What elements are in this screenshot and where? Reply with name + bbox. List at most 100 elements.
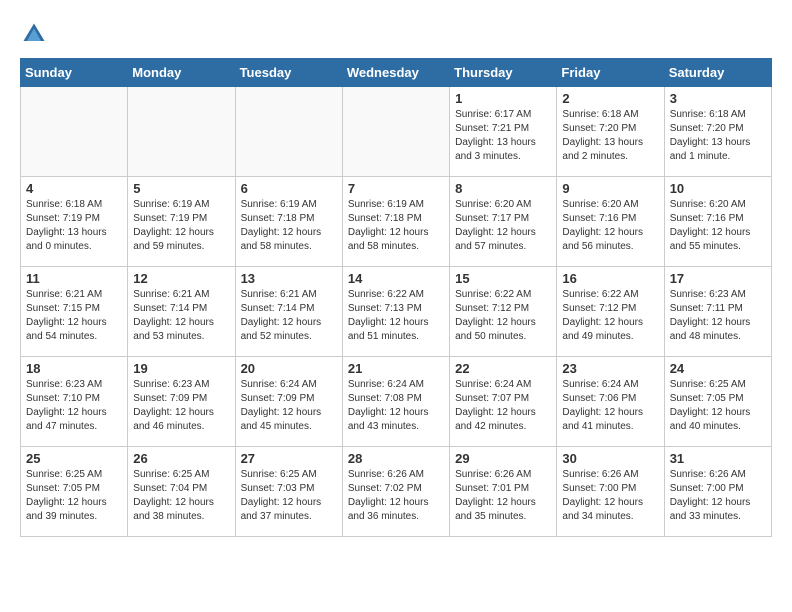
day-number: 20 [241,361,337,376]
calendar-cell [235,87,342,177]
week-row-4: 18 Sunrise: 6:23 AM Sunset: 7:10 PM Dayli… [21,357,772,447]
calendar-cell: 14 Sunrise: 6:22 AM Sunset: 7:13 PM Dayli… [342,267,449,357]
calendar-cell: 22 Sunrise: 6:24 AM Sunset: 7:07 PM Dayli… [450,357,557,447]
day-number: 31 [670,451,766,466]
day-info: Sunrise: 6:20 AM Sunset: 7:16 PM Dayligh… [562,198,658,254]
day-number: 25 [26,451,122,466]
day-info: Sunrise: 6:19 AM Sunset: 7:18 PM Dayligh… [241,198,337,254]
calendar-cell: 23 Sunrise: 6:24 AM Sunset: 7:06 PM Dayli… [557,357,664,447]
calendar-cell: 24 Sunrise: 6:25 AM Sunset: 7:05 PM Dayli… [664,357,771,447]
day-info: Sunrise: 6:26 AM Sunset: 7:00 PM Dayligh… [562,468,658,524]
day-number: 17 [670,271,766,286]
calendar-cell [21,87,128,177]
calendar-cell: 9 Sunrise: 6:20 AM Sunset: 7:16 PM Daylig… [557,177,664,267]
day-number: 9 [562,181,658,196]
calendar-cell: 3 Sunrise: 6:18 AM Sunset: 7:20 PM Daylig… [664,87,771,177]
day-number: 18 [26,361,122,376]
day-info: Sunrise: 6:23 AM Sunset: 7:11 PM Dayligh… [670,288,766,344]
day-info: Sunrise: 6:20 AM Sunset: 7:16 PM Dayligh… [670,198,766,254]
day-number: 29 [455,451,551,466]
logo [20,20,52,48]
day-number: 23 [562,361,658,376]
weekday-header-row: SundayMondayTuesdayWednesdayThursdayFrid… [21,59,772,87]
day-info: Sunrise: 6:24 AM Sunset: 7:06 PM Dayligh… [562,378,658,434]
day-info: Sunrise: 6:19 AM Sunset: 7:19 PM Dayligh… [133,198,229,254]
day-number: 15 [455,271,551,286]
calendar-cell: 28Sunrise: 6:26 AM Sunset: 7:02 PM Dayli… [342,447,449,537]
calendar-cell: 30 Sunrise: 6:26 AM Sunset: 7:00 PM Dayli… [557,447,664,537]
day-info: Sunrise: 6:23 AM Sunset: 7:09 PM Dayligh… [133,378,229,434]
calendar-cell: 26 Sunrise: 6:25 AM Sunset: 7:04 PM Dayli… [128,447,235,537]
calendar-cell: 19 Sunrise: 6:23 AM Sunset: 7:09 PM Dayli… [128,357,235,447]
day-number: 13 [241,271,337,286]
calendar-cell: 21 Sunrise: 6:24 AM Sunset: 7:08 PM Dayli… [342,357,449,447]
calendar-cell: 5 Sunrise: 6:19 AM Sunset: 7:19 PM Daylig… [128,177,235,267]
calendar-cell: 8 Sunrise: 6:20 AM Sunset: 7:17 PM Daylig… [450,177,557,267]
day-number: 19 [133,361,229,376]
calendar-cell: 27 Sunrise: 6:25 AM Sunset: 7:03 PM Dayli… [235,447,342,537]
calendar-cell: 13 Sunrise: 6:21 AM Sunset: 7:14 PM Dayli… [235,267,342,357]
day-info: Sunrise: 6:18 AM Sunset: 7:19 PM Dayligh… [26,198,122,254]
calendar-cell: 31 Sunrise: 6:26 AM Sunset: 7:00 PM Dayli… [664,447,771,537]
day-number: 28 [348,451,444,466]
day-info: Sunrise: 6:17 AM Sunset: 7:21 PM Dayligh… [455,108,551,164]
day-info: Sunrise: 6:26 AM Sunset: 7:01 PM Dayligh… [455,468,551,524]
calendar-cell: 12 Sunrise: 6:21 AM Sunset: 7:14 PM Dayli… [128,267,235,357]
calendar-cell: 4Sunrise: 6:18 AM Sunset: 7:19 PM Daylig… [21,177,128,267]
calendar-cell: 17 Sunrise: 6:23 AM Sunset: 7:11 PM Dayli… [664,267,771,357]
day-info: Sunrise: 6:26 AM Sunset: 7:00 PM Dayligh… [670,468,766,524]
day-number: 24 [670,361,766,376]
day-info: Sunrise: 6:25 AM Sunset: 7:04 PM Dayligh… [133,468,229,524]
day-number: 16 [562,271,658,286]
day-info: Sunrise: 6:18 AM Sunset: 7:20 PM Dayligh… [670,108,766,164]
week-row-5: 25 Sunrise: 6:25 AM Sunset: 7:05 PM Dayli… [21,447,772,537]
calendar-cell: 1 Sunrise: 6:17 AM Sunset: 7:21 PM Daylig… [450,87,557,177]
day-info: Sunrise: 6:22 AM Sunset: 7:13 PM Dayligh… [348,288,444,344]
weekday-header-wednesday: Wednesday [342,59,449,87]
weekday-header-tuesday: Tuesday [235,59,342,87]
day-info: Sunrise: 6:19 AM Sunset: 7:18 PM Dayligh… [348,198,444,254]
day-number: 5 [133,181,229,196]
calendar-cell: 6 Sunrise: 6:19 AM Sunset: 7:18 PM Daylig… [235,177,342,267]
week-row-2: 4Sunrise: 6:18 AM Sunset: 7:19 PM Daylig… [21,177,772,267]
day-number: 2 [562,91,658,106]
day-number: 30 [562,451,658,466]
day-number: 26 [133,451,229,466]
day-info: Sunrise: 6:24 AM Sunset: 7:08 PM Dayligh… [348,378,444,434]
calendar-cell: 20 Sunrise: 6:24 AM Sunset: 7:09 PM Dayli… [235,357,342,447]
calendar-cell: 11 Sunrise: 6:21 AM Sunset: 7:15 PM Dayli… [21,267,128,357]
day-info: Sunrise: 6:25 AM Sunset: 7:03 PM Dayligh… [241,468,337,524]
week-row-1: 1 Sunrise: 6:17 AM Sunset: 7:21 PM Daylig… [21,87,772,177]
day-number: 11 [26,271,122,286]
day-info: Sunrise: 6:21 AM Sunset: 7:14 PM Dayligh… [241,288,337,344]
calendar-cell [342,87,449,177]
calendar-cell: 16 Sunrise: 6:22 AM Sunset: 7:12 PM Dayli… [557,267,664,357]
day-number: 27 [241,451,337,466]
day-info: Sunrise: 6:25 AM Sunset: 7:05 PM Dayligh… [26,468,122,524]
day-number: 3 [670,91,766,106]
calendar-cell: 10Sunrise: 6:20 AM Sunset: 7:16 PM Dayli… [664,177,771,267]
day-number: 14 [348,271,444,286]
week-row-3: 11 Sunrise: 6:21 AM Sunset: 7:15 PM Dayli… [21,267,772,357]
day-info: Sunrise: 6:21 AM Sunset: 7:14 PM Dayligh… [133,288,229,344]
calendar-cell: 25 Sunrise: 6:25 AM Sunset: 7:05 PM Dayli… [21,447,128,537]
day-number: 21 [348,361,444,376]
day-info: Sunrise: 6:24 AM Sunset: 7:09 PM Dayligh… [241,378,337,434]
day-number: 1 [455,91,551,106]
weekday-header-thursday: Thursday [450,59,557,87]
day-info: Sunrise: 6:20 AM Sunset: 7:17 PM Dayligh… [455,198,551,254]
day-number: 8 [455,181,551,196]
day-number: 7 [348,181,444,196]
day-info: Sunrise: 6:23 AM Sunset: 7:10 PM Dayligh… [26,378,122,434]
weekday-header-sunday: Sunday [21,59,128,87]
day-number: 22 [455,361,551,376]
day-info: Sunrise: 6:24 AM Sunset: 7:07 PM Dayligh… [455,378,551,434]
calendar-cell: 15Sunrise: 6:22 AM Sunset: 7:12 PM Dayli… [450,267,557,357]
day-number: 6 [241,181,337,196]
day-info: Sunrise: 6:25 AM Sunset: 7:05 PM Dayligh… [670,378,766,434]
weekday-header-saturday: Saturday [664,59,771,87]
day-info: Sunrise: 6:22 AM Sunset: 7:12 PM Dayligh… [562,288,658,344]
day-number: 12 [133,271,229,286]
weekday-header-friday: Friday [557,59,664,87]
day-info: Sunrise: 6:21 AM Sunset: 7:15 PM Dayligh… [26,288,122,344]
